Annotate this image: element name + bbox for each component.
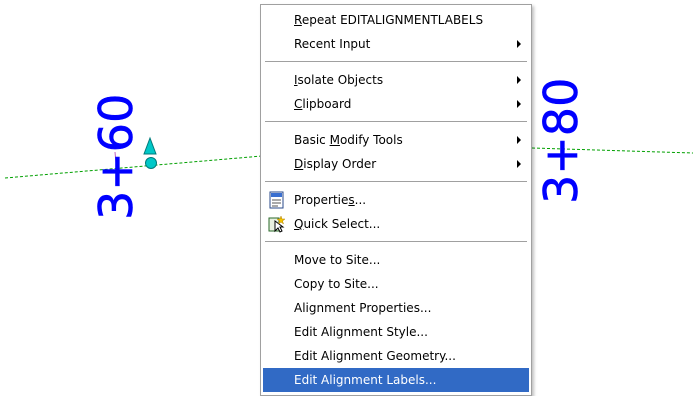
menu-item-label: Properties...: [294, 193, 367, 207]
mnemonic-letter: M: [329, 133, 340, 147]
menu-item-alignment-properties[interactable]: Alignment Properties...: [261, 296, 531, 320]
menu-separator: [265, 121, 527, 122]
menu-item-clipboard[interactable]: Clipboard: [261, 92, 531, 116]
menu-separator: [265, 181, 527, 182]
menu-item-label: Copy to Site...: [294, 277, 379, 291]
menu-item-move-to-site[interactable]: Move to Site...: [261, 248, 531, 272]
menu-item-label: Repeat EDITALIGNMENTLABELS: [294, 13, 484, 27]
menu-item-label: Isolate Objects: [294, 73, 384, 87]
menu-item-copy-to-site[interactable]: Copy to Site...: [261, 272, 531, 296]
mnemonic-letter: D: [294, 157, 304, 171]
menu-item-edit-alignment-labels[interactable]: Edit Alignment Labels...: [263, 368, 529, 392]
menu-item-basic-modify-tools[interactable]: Basic Modify Tools: [261, 128, 531, 152]
properties-icon: [269, 191, 284, 209]
menu-separator: [265, 61, 527, 62]
mnemonic-letter: s: [348, 193, 355, 207]
menu-item-label: Alignment Properties...: [294, 301, 432, 315]
mnemonic-letter: Q: [294, 217, 304, 231]
menu-item-label: Edit Alignment Geometry...: [294, 349, 456, 363]
menu-item-label: Clipboard: [294, 97, 352, 111]
context-menu: Repeat EDITALIGNMENTLABELS Recent Input …: [260, 4, 532, 396]
menu-item-label: Basic Modify Tools: [294, 133, 403, 147]
menu-item-label: Recent Input: [294, 37, 371, 51]
menu-item-edit-alignment-geometry[interactable]: Edit Alignment Geometry...: [261, 344, 531, 368]
menu-item-label: Edit Alignment Labels...: [294, 373, 437, 387]
menu-item-label: Edit Alignment Style...: [294, 325, 428, 339]
submenu-arrow-icon: [517, 40, 521, 48]
menu-item-isolate-objects[interactable]: Isolate Objects: [261, 68, 531, 92]
menu-item-display-order[interactable]: Display Order: [261, 152, 531, 176]
submenu-arrow-icon: [517, 160, 521, 168]
submenu-arrow-icon: [517, 76, 521, 84]
menu-item-repeat[interactable]: Repeat EDITALIGNMENTLABELS: [261, 8, 531, 32]
menu-item-recent-input[interactable]: Recent Input: [261, 32, 531, 56]
quick-select-icon: [268, 215, 286, 233]
grip-triangle-icon[interactable]: [143, 136, 157, 155]
menu-item-label: Display Order: [294, 157, 377, 171]
menu-item-edit-alignment-style[interactable]: Edit Alignment Style...: [261, 320, 531, 344]
station-label-360[interactable]: 3+60: [89, 93, 144, 220]
grip-circle-icon[interactable]: [145, 157, 157, 169]
mnemonic-letter: R: [294, 13, 302, 27]
station-label-380[interactable]: 3+80: [534, 77, 589, 204]
menu-separator: [265, 241, 527, 242]
submenu-arrow-icon: [517, 100, 521, 108]
mnemonic-letter: C: [294, 97, 303, 111]
menu-item-quick-select[interactable]: Quick Select...: [261, 212, 531, 236]
menu-item-properties[interactable]: Properties...: [261, 188, 531, 212]
menu-item-label: Move to Site...: [294, 253, 381, 267]
submenu-arrow-icon: [517, 136, 521, 144]
menu-item-label: Quick Select...: [294, 217, 381, 231]
mnemonic-letter: I: [294, 73, 298, 87]
